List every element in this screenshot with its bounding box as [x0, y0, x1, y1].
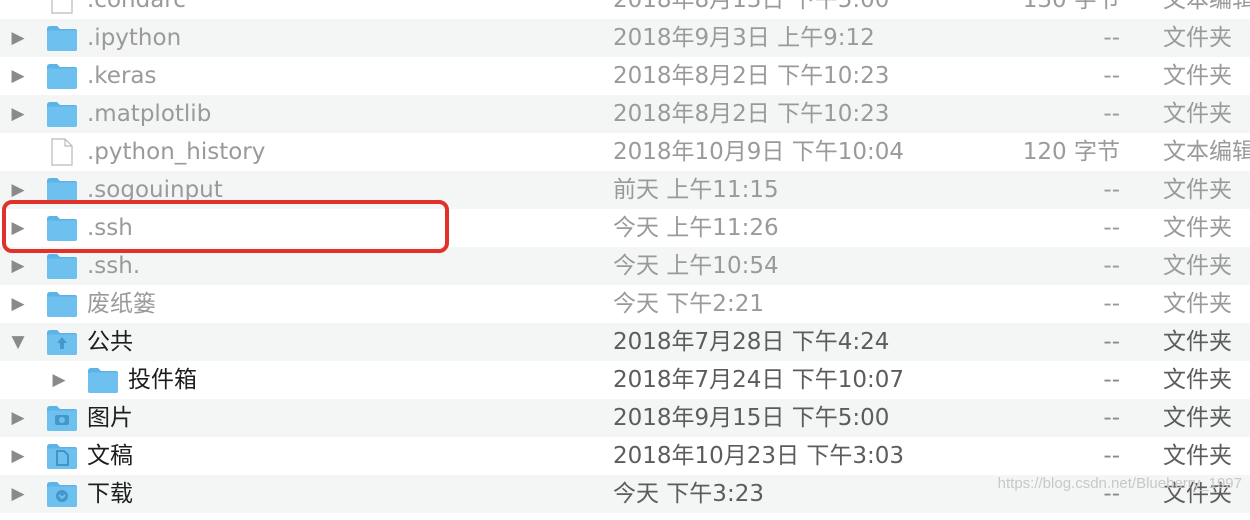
file-size: -- [1103, 25, 1120, 51]
file-size: 120 字节 [1022, 139, 1120, 165]
file-kind: 文件夹 [1163, 25, 1232, 51]
file-kind: 文件夹 [1163, 329, 1232, 355]
file-size: 130 字节 [1022, 0, 1120, 13]
file-row[interactable]: .condarc 2018年8月13日 下午5:00 130 字节 文本编辑 [0, 0, 1250, 19]
file-size: -- [1103, 63, 1120, 89]
file-row[interactable]: ▶ .matplotlib 2018年8月2日 下午10:23 -- 文件夹 [0, 95, 1250, 133]
file-row[interactable]: ▶ 废纸篓 今天 下午2:21 -- 文件夹 [0, 285, 1250, 323]
file-kind: 文件夹 [1163, 291, 1232, 317]
file-kind: 文件夹 [1163, 215, 1232, 241]
file-row[interactable]: ▶ .ssh 今天 上午11:26 -- 文件夹 [0, 209, 1250, 247]
file-kind: 文件夹 [1163, 367, 1232, 393]
file-size: -- [1103, 215, 1120, 241]
file-row[interactable]: ▶ 投件箱 2018年7月24日 下午10:07 -- 文件夹 [0, 361, 1250, 399]
file-row[interactable]: ▶ .ipython 2018年9月3日 上午9:12 -- 文件夹 [0, 19, 1250, 57]
file-row[interactable]: ▶ .keras 2018年8月2日 下午10:23 -- 文件夹 [0, 57, 1250, 95]
file-row[interactable]: ▶ 图片 2018年9月15日 下午5:00 -- 文件夹 [0, 399, 1250, 437]
file-size: -- [1103, 481, 1120, 507]
file-size: -- [1103, 443, 1120, 469]
file-kind: 文件夹 [1163, 253, 1232, 279]
file-kind: 文件夹 [1163, 101, 1232, 127]
file-size: -- [1103, 101, 1120, 127]
file-row[interactable]: ▼ 公共 2018年7月28日 下午4:24 -- 文件夹 [0, 323, 1250, 361]
file-kind: 文本编辑 [1163, 0, 1250, 13]
file-size: -- [1103, 405, 1120, 431]
file-size: -- [1103, 177, 1120, 203]
file-size: -- [1103, 329, 1120, 355]
file-row[interactable]: .python_history 2018年10月9日 下午10:04 120 字节文… [0, 133, 1250, 171]
watermark: https://blog.csdn.net/Blueberry_1997 [997, 475, 1242, 492]
file-size: -- [1103, 367, 1120, 393]
file-kind: 文件夹 [1163, 443, 1232, 469]
file-row[interactable]: ▶ .ssh. 今天 上午10:54 -- 文件夹 [0, 247, 1250, 285]
file-list: .condarc 2018年8月13日 下午5:00 130 字节 文本编辑 ▶ .ipy… [0, 0, 1250, 513]
file-kind: 文件夹 [1163, 63, 1232, 89]
file-size: -- [1103, 291, 1120, 317]
file-kind: 文本编辑 [1163, 139, 1250, 165]
file-size: -- [1103, 253, 1120, 279]
file-row[interactable]: ▶ .sogouinput 前天 上午11:15 -- 文件夹 [0, 171, 1250, 209]
file-row[interactable]: ▶ 文稿 2018年10月23日 下午3:03 -- 文件夹 [0, 437, 1250, 475]
file-kind: 文件夹 [1163, 177, 1232, 203]
file-kind: 文件夹 [1163, 405, 1232, 431]
